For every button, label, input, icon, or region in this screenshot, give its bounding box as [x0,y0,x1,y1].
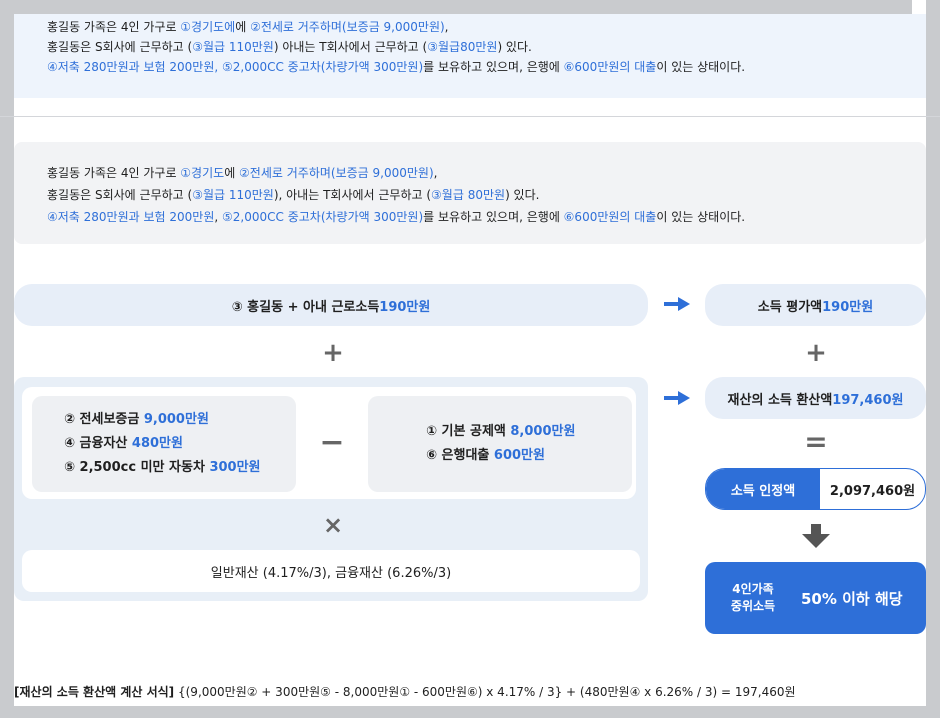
story-text: 이 있는 상태이다. [656,60,746,74]
asset-label: ④ 금융자산 [64,436,132,451]
highlighted-text: ①경기도 [180,166,225,180]
minus-icon: − [319,425,345,460]
income-pill-prefix: ③ 홍길동 + 아내 근로소득 [231,299,380,315]
story-line-3: ④저축 280만원과 보험 200만원, ⑤2,000CC 중고차(차량가액 3… [47,57,745,77]
story-text: , [444,20,449,34]
section-divider [0,116,940,117]
rates-text: 일반재산 (4.17%/3), 금융재산 (6.26%/3) [210,565,452,581]
income-pill-amount: 190만원 [379,299,431,315]
story-text: , [214,210,223,224]
story-text: ), 아내는 T회사에서 근무하고 ( [273,188,432,202]
arrow-right-icon [664,391,690,405]
income-eval-prefix: 소득 평가액 [757,299,823,315]
story-lines: 홍길동 가족은 4인 가구로 ①경기도에에 ②전세로 거주하며(보증금 9,00… [47,17,745,77]
deduction-list: ① 기본 공제액 8,000만원 ⑥ 은행대출 600만원 [426,420,575,468]
assets-card: ② 전세보증금 9,000만원 ④ 금융자산 480만원 ⑤ 2,500cc 미… [32,396,296,492]
formula-label: [재산의 소득 환산액 계산 서식] [14,685,175,699]
highlighted-text: ⑥600만원의 대출 [563,60,657,74]
recognized-income-box: 소득 인정액 2,097,460원 [705,468,926,510]
income-eval-pill: 소득 평가액 190만원 [705,284,926,326]
highlighted-text: ③월급 110만원 [192,188,274,202]
result-subtitle-line: 중위소득 [730,599,776,613]
highlighted-text: ⑥600만원의 대출 [563,210,657,224]
highlighted-text: ③월급 80만원 [431,188,506,202]
story-text: , [433,166,438,180]
story-text: ) 아내는 T회사에서 근무하고 ( [273,40,428,54]
highlighted-text: ⑤2,000CC 중고차(차량가액 300만원) [222,210,424,224]
plus-icon: + [322,338,344,368]
top-gray-strip [0,0,912,14]
story-text: 홍길동은 S회사에 근무하고 ( [47,40,193,54]
formula-line: [재산의 소득 환산액 계산 서식] {(9,000만원② + 300만원⑤ -… [14,683,796,700]
arrow-down-icon [802,524,830,548]
result-box: 4인가족 중위소득 50% 이하 해당 [705,562,926,634]
story-text: 에 [235,20,251,34]
story-text: 에 [224,166,240,180]
deduction-amount: 8,000만원 [510,424,576,439]
plus-icon: + [805,338,827,368]
asset-amount: 300만원 [209,460,261,475]
story-text: 홍길동 가족은 4인 가구로 [47,20,181,34]
asset-item: ② 전세보증금 9,000만원 [64,408,261,432]
asset-conversion-amount: 197,460원 [832,392,904,408]
story-line-1: 홍길동 가족은 4인 가구로 ①경기도에에 ②전세로 거주하며(보증금 9,00… [47,17,745,37]
asset-conversion-prefix: 재산의 소득 환산액 [727,392,833,408]
rates-box: 일반재산 (4.17%/3), 금융재산 (6.26%/3) [22,550,640,592]
times-icon: × [322,511,344,539]
arrow-right-icon [664,297,690,311]
recognized-income-label: 소득 인정액 [706,469,820,509]
story-text: 홍길동 가족은 4인 가구로 [47,166,181,180]
deduction-item: ⑥ 은행대출 600만원 [426,444,575,468]
highlighted-text: ①경기도에 [180,20,236,34]
story-box-top: 홍길동 가족은 4인 가구로 ①경기도에에 ②전세로 거주하며(보증금 9,00… [14,14,926,98]
story-box-mid: 홍길동 가족은 4인 가구로 ①경기도에 ②전세로 거주하며(보증금 9,000… [14,142,926,244]
result-main: 50% 이하 해당 [801,589,903,608]
story-text: 를 보유하고 있으며, 은행에 [423,210,564,224]
story-line-3: ④저축 280만원과 보험 200만원, ⑤2,000CC 중고차(차량가액 3… [47,206,745,228]
asset-item: ④ 금융자산 480만원 [64,432,261,456]
deduction-amount: 600만원 [493,448,545,463]
story-line-1: 홍길동 가족은 4인 가구로 ①경기도에 ②전세로 거주하며(보증금 9,000… [47,162,745,184]
deduction-label: ⑥ 은행대출 [426,448,494,463]
story-text: ) 있다. [505,188,540,202]
asset-item: ⑤ 2,500cc 미만 자동차 300만원 [64,456,261,480]
highlighted-text: ②전세로 거주하며(보증금 9,000만원) [239,166,434,180]
highlighted-text: ②전세로 거주하며(보증금 9,000만원) [250,20,445,34]
highlighted-text: ③월급80만원 [427,40,498,54]
income-pill: ③ 홍길동 + 아내 근로소득 190만원 [14,284,648,326]
story-line-2: 홍길동은 S회사에 근무하고 (③월급 110만원), 아내는 T회사에서 근무… [47,184,745,206]
income-eval-amount: 190만원 [822,299,874,315]
story-text: ) 있다. [497,40,532,54]
highlighted-text: ④저축 280만원과 보험 200만원 [47,210,215,224]
deduction-label: ① 기본 공제액 [426,424,511,439]
result-subtitle-line: 4인가족 [732,582,774,596]
recognized-income-value: 2,097,460원 [829,483,916,499]
asset-amount: 480만원 [131,436,183,451]
asset-label: ⑤ 2,500cc 미만 자동차 [64,460,210,475]
highlighted-text: ③월급 110만원 [192,40,274,54]
equals-icon: = [804,425,828,458]
formula-body: {(9,000만원② + 300만원⑤ - 8,000만원① - 600만원⑥)… [174,685,796,699]
asset-amount: 9,000만원 [143,412,209,427]
result-subtitle: 4인가족 중위소득 [705,581,801,615]
story-text: 를 보유하고 있으며, 은행에 [423,60,564,74]
story-text: 홍길동은 S회사에 근무하고 ( [47,188,193,202]
story-text: 이 있는 상태이다. [656,210,746,224]
assets-list: ② 전세보증금 9,000만원 ④ 금융자산 480만원 ⑤ 2,500cc 미… [64,408,261,480]
deduction-item: ① 기본 공제액 8,000만원 [426,420,575,444]
deduction-card: ① 기본 공제액 8,000만원 ⑥ 은행대출 600만원 [368,396,632,492]
highlighted-text: ④저축 280만원과 보험 200만원, ⑤2,000CC 중고차(차량가액 3… [47,60,424,74]
asset-conversion-pill: 재산의 소득 환산액 197,460원 [705,377,926,419]
story-line-2: 홍길동은 S회사에 근무하고 (③월급 110만원) 아내는 T회사에서 근무하… [47,37,745,57]
asset-label: ② 전세보증금 [64,412,144,427]
story-lines: 홍길동 가족은 4인 가구로 ①경기도에 ②전세로 거주하며(보증금 9,000… [47,162,745,228]
